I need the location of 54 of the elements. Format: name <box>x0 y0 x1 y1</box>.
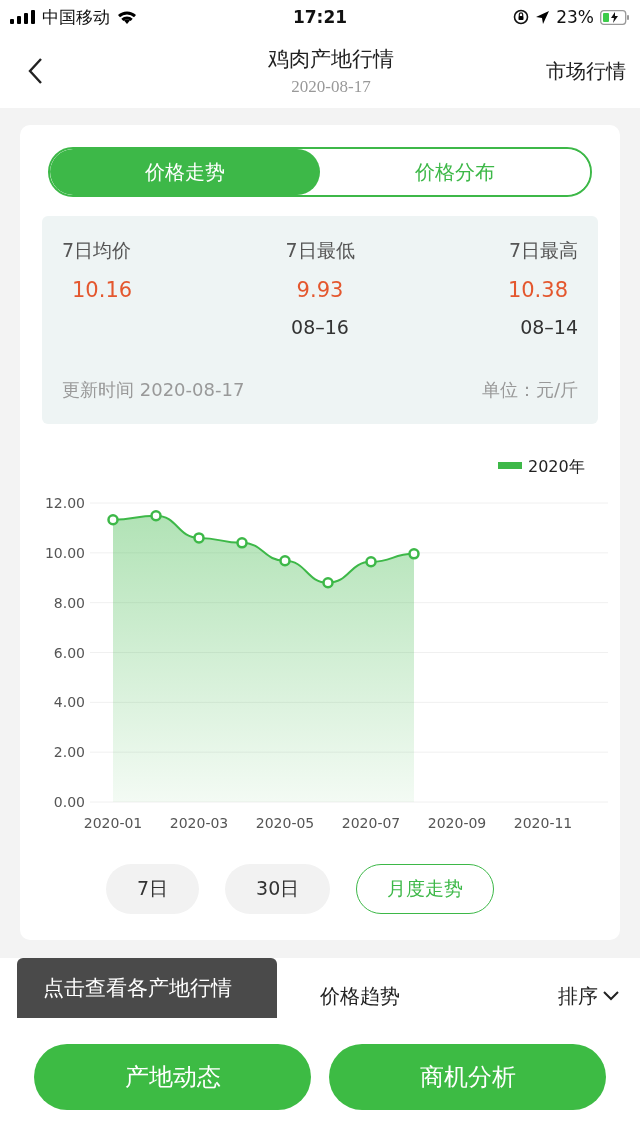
stat-label: 7日最高 <box>508 238 578 263</box>
signal-icon <box>10 10 36 24</box>
y-axis-label: 0.00 <box>53 794 85 810</box>
rotation-lock-icon <box>513 9 530 25</box>
action-button[interactable]: 产地动态 <box>34 1044 311 1110</box>
action-button[interactable]: 商机分析 <box>329 1044 606 1110</box>
location-arrow-icon <box>535 9 551 25</box>
data-point <box>365 556 377 568</box>
legend-swatch <box>498 462 522 469</box>
stat-value: 10.38 <box>506 278 569 302</box>
data-point <box>236 537 248 549</box>
battery-charging-icon <box>600 9 630 25</box>
x-axis-label: 2020-11 <box>513 815 573 831</box>
stat-date: 08–14 <box>520 316 578 338</box>
data-point <box>408 548 420 560</box>
period-button[interactable]: 月度走势 <box>356 864 495 914</box>
y-axis-label: 6.00 <box>53 644 85 661</box>
x-axis-label: 2020-07 <box>341 815 401 831</box>
y-axis-label: 2.00 <box>53 744 85 761</box>
period-button[interactable]: 7日 <box>106 864 200 914</box>
chevron-down-icon <box>602 990 620 1002</box>
update-time: 更新时间 2020-08-17 <box>62 378 245 402</box>
data-point <box>150 509 162 522</box>
data-point <box>279 555 291 567</box>
battery-percent: 23% <box>556 7 594 27</box>
column-header: 价格趋势 <box>320 982 401 1010</box>
stat-label: 7日最低 <box>285 238 355 263</box>
data-point <box>193 532 205 544</box>
y-axis-label: 4.00 <box>53 694 85 711</box>
tab[interactable]: 价格走势 <box>50 149 320 195</box>
stat-value: 9.93 <box>295 278 345 302</box>
unit-label: 单位：元/斤 <box>481 378 578 402</box>
data-point <box>107 513 119 526</box>
period-button[interactable]: 30日 <box>225 864 331 914</box>
sort-dropdown[interactable]: 排序 <box>558 982 620 1010</box>
market-link[interactable]: 市场行情 <box>546 57 626 85</box>
y-axis-label: 10.00 <box>44 544 85 561</box>
y-axis-label: 12.00 <box>44 495 85 511</box>
stat-date: 08–16 <box>291 316 349 338</box>
x-axis-label: 2020-03 <box>169 815 229 831</box>
x-axis-label: 2020-01 <box>83 815 143 831</box>
stat-label: 7日均价 <box>62 238 132 263</box>
page-date: 2020-08-17 <box>291 77 371 97</box>
tooltip: 点击查看各产地行情 <box>17 958 277 1018</box>
carrier-name: 中国移动 <box>42 5 110 29</box>
clock-time: 17:21 <box>292 7 348 27</box>
y-axis-label: 8.00 <box>53 594 85 611</box>
data-point <box>322 577 334 589</box>
stat-value: 10.16 <box>71 278 134 302</box>
x-axis-label: 2020-05 <box>255 815 315 831</box>
x-axis-label: 2020-09 <box>427 815 487 831</box>
wifi-icon <box>116 9 138 25</box>
legend-label: 2020年 <box>528 457 585 476</box>
page-title: 鸡肉产地行情 <box>268 46 394 73</box>
